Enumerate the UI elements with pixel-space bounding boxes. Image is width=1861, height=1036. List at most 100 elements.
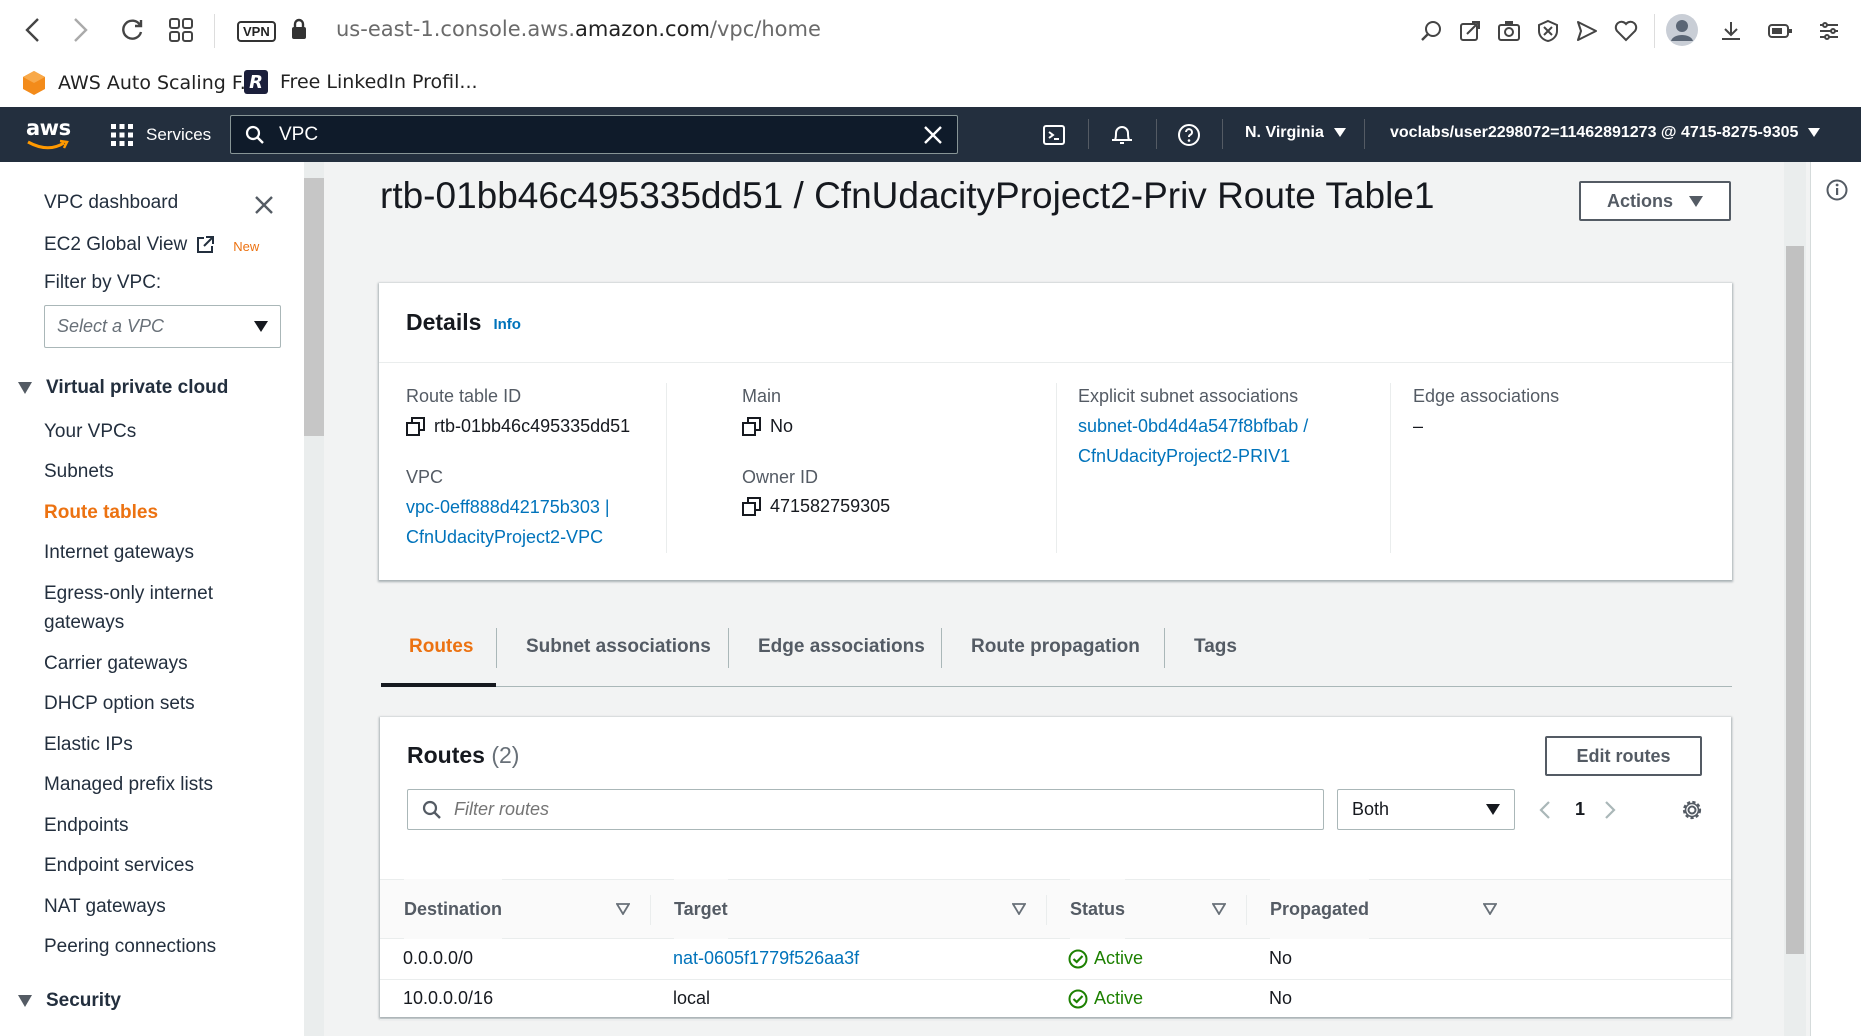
sidebar-item-ec2-global-view[interactable]: EC2 Global View New <box>44 228 259 261</box>
lock-icon[interactable] <box>290 18 308 45</box>
tab-subnet-associations[interactable]: Subnet associations <box>526 636 711 658</box>
sidebar-item-peering-connections[interactable]: Peering connections <box>44 932 216 961</box>
region-selector[interactable]: N. Virginia <box>1245 124 1346 142</box>
sidebar-scrollbar-thumb[interactable] <box>304 178 324 436</box>
sidebar-item-carrier-gateways[interactable]: Carrier gateways <box>44 649 188 678</box>
divider <box>214 14 215 48</box>
vpc-filter-select[interactable]: Select a VPC <box>44 305 281 348</box>
bookmark-linkedin-profile[interactable]: R Free LinkedIn Profil... <box>244 70 478 94</box>
vpn-badge[interactable]: VPN <box>237 20 276 42</box>
route-type-value: Both <box>1352 799 1390 819</box>
copy-icon[interactable] <box>406 416 426 437</box>
sidebar-item-elastic-ips[interactable]: Elastic IPs <box>44 730 133 759</box>
sidebar-item-endpoint-services[interactable]: Endpoint services <box>44 851 194 880</box>
address-bar-url[interactable]: us-east-1.console.aws.amazon.com/vpc/hom… <box>336 17 821 41</box>
sidebar-item-internet-gateways[interactable]: Internet gateways <box>44 538 194 567</box>
route-table-tabs: Routes Subnet associations Edge associat… <box>381 620 1732 687</box>
url-path: /vpc/home <box>709 17 821 41</box>
vpc-label: VPC <box>406 467 444 487</box>
settings-gear-icon[interactable] <box>1680 789 1704 830</box>
table-row[interactable]: 0.0.0.0/0 nat-0605f1779f526aa3f Active N… <box>380 940 1731 980</box>
profile-avatar-icon[interactable] <box>1664 12 1700 48</box>
grid-icon <box>111 124 133 146</box>
previous-page-icon[interactable] <box>1538 789 1552 830</box>
cell-target-link[interactable]: nat-0605f1779f526aa3f <box>673 948 859 969</box>
copy-icon[interactable] <box>742 496 762 517</box>
divider <box>1222 119 1223 149</box>
routes-title-text: Routes <box>407 742 485 768</box>
filter-routes-field[interactable] <box>407 789 1324 830</box>
sort-icon[interactable] <box>1012 903 1026 915</box>
sidebar-item-dhcp-option-sets[interactable]: DHCP option sets <box>44 689 195 718</box>
search-page-icon[interactable] <box>1415 15 1447 47</box>
sidebar-item-route-tables[interactable]: Route tables <box>44 498 158 527</box>
sidebar-item-nat-gateways[interactable]: NAT gateways <box>44 892 166 921</box>
sort-icon[interactable] <box>1212 903 1226 915</box>
page-title: rtb-01bb46c495335dd51 / CfnUdacityProjec… <box>380 175 1435 216</box>
vpc-link[interactable]: vpc-0eff888d42175b303 | <box>406 492 610 522</box>
routes-heading: Routes (2) <box>407 742 519 769</box>
info-link[interactable]: Info <box>493 316 521 333</box>
table-row[interactable]: 10.0.0.0/16 local Active No <box>380 980 1731 1020</box>
ad-block-icon[interactable] <box>1532 15 1564 47</box>
column-header-target[interactable]: Target <box>674 879 728 939</box>
close-icon[interactable] <box>254 195 274 215</box>
filter-routes-input[interactable] <box>454 799 1294 820</box>
cloudshell-icon[interactable] <box>1040 117 1068 153</box>
console-search-box[interactable]: VPC <box>230 115 958 154</box>
sidebar-item-your-vpcs[interactable]: Your VPCs <box>44 417 136 446</box>
easy-setup-icon[interactable] <box>1813 15 1845 47</box>
info-circle-icon[interactable] <box>1826 179 1848 201</box>
subnet-link[interactable]: subnet-0bd4d4a547f8bfbab / <box>1078 411 1308 441</box>
edit-routes-button[interactable]: Edit routes <box>1545 736 1702 776</box>
caret-down-icon <box>1333 128 1346 137</box>
page-number[interactable]: 1 <box>1575 789 1585 830</box>
tab-edge-associations[interactable]: Edge associations <box>758 636 925 658</box>
clear-search-icon[interactable] <box>923 125 943 145</box>
send-icon[interactable] <box>1571 15 1603 47</box>
column-header-status[interactable]: Status <box>1070 879 1126 939</box>
search-input[interactable]: VPC <box>279 124 318 146</box>
main-scrollbar-thumb[interactable] <box>1786 246 1804 954</box>
share-edit-icon[interactable] <box>1454 15 1486 47</box>
battery-icon[interactable] <box>1764 15 1796 47</box>
camera-icon[interactable] <box>1493 15 1525 47</box>
notifications-bell-icon[interactable] <box>1108 117 1136 153</box>
vpc-link-line2[interactable]: CfnUdacityProject2-VPC <box>406 522 603 552</box>
column-label: Target <box>674 898 728 919</box>
copy-icon[interactable] <box>742 416 762 437</box>
heart-icon[interactable] <box>1610 15 1642 47</box>
sidebar-section-virtual-private-cloud[interactable]: Virtual private cloud <box>18 377 228 399</box>
back-icon[interactable] <box>16 13 50 47</box>
forward-icon[interactable] <box>63 13 97 47</box>
next-page-icon[interactable] <box>1603 789 1617 830</box>
resume-r-icon: R <box>244 70 268 94</box>
actions-button[interactable]: Actions <box>1579 181 1731 221</box>
tab-tags[interactable]: Tags <box>1194 636 1237 658</box>
sidebar-item-subnets[interactable]: Subnets <box>44 457 114 486</box>
services-menu-button[interactable]: Services <box>110 117 211 153</box>
sidebar-section-security[interactable]: Security <box>18 990 121 1012</box>
column-label: Propagated <box>1270 898 1370 919</box>
sidebar-item-egress-only-internet-gateways-line2[interactable]: gateways <box>44 608 124 637</box>
aws-logo[interactable]: aws <box>26 115 71 153</box>
route-type-select[interactable]: Both <box>1337 789 1515 830</box>
help-icon[interactable] <box>1175 117 1203 153</box>
tab-routes[interactable]: Routes <box>409 636 473 658</box>
tab-route-propagation[interactable]: Route propagation <box>971 636 1140 658</box>
sort-icon[interactable] <box>1483 903 1497 915</box>
reload-icon[interactable] <box>115 13 149 47</box>
sidebar-item-managed-prefix-lists[interactable]: Managed prefix lists <box>44 770 213 799</box>
account-menu[interactable]: voclabs/user2298072=11462891273 @ 4715-8… <box>1390 124 1821 142</box>
sidebar-item-egress-only-internet-gateways[interactable]: Egress-only internet <box>44 579 213 608</box>
bookmark-aws-autoscaling[interactable]: AWS Auto Scaling F... <box>22 70 258 96</box>
download-icon[interactable] <box>1715 15 1747 47</box>
sidebar-item-vpc-dashboard[interactable]: VPC dashboard <box>44 188 178 217</box>
sidebar-item-endpoints[interactable]: Endpoints <box>44 811 129 840</box>
tabs-grid-icon[interactable] <box>164 13 198 47</box>
column-header-destination[interactable]: Destination <box>404 879 503 939</box>
main-label: Main <box>742 386 782 406</box>
subnet-link-line2[interactable]: CfnUdacityProject2-PRIV1 <box>1078 441 1290 471</box>
sort-icon[interactable] <box>616 903 630 915</box>
column-header-propagated[interactable]: Propagated <box>1270 879 1370 939</box>
